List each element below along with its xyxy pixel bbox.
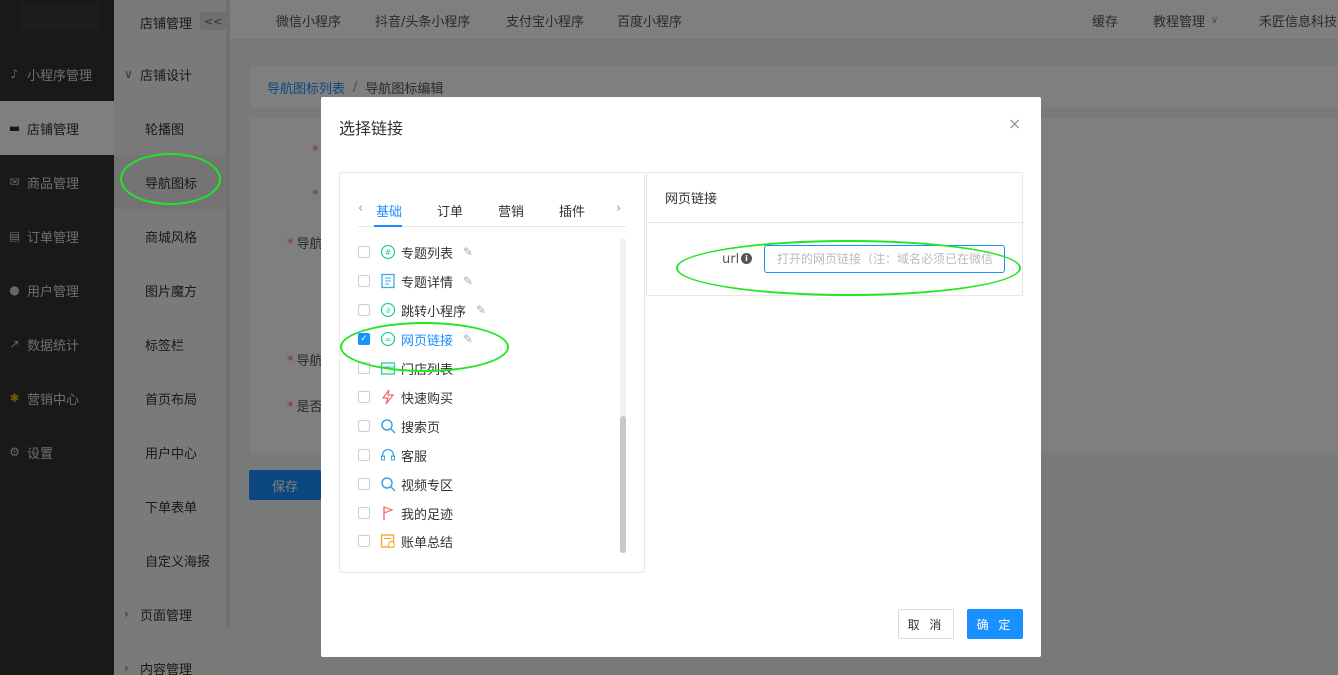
tab-order[interactable]: 订单 xyxy=(437,201,463,220)
close-icon[interactable]: × xyxy=(1008,114,1021,133)
topic-detail-icon xyxy=(380,273,396,289)
checkbox[interactable] xyxy=(358,362,370,374)
dialog-title: 选择链接 xyxy=(339,119,404,138)
list-item-label: 门店列表 xyxy=(401,362,454,378)
list-item-label: 网页链接 xyxy=(401,333,454,349)
video-search-icon xyxy=(380,476,396,492)
list-item[interactable]: 搜索页 xyxy=(358,414,598,438)
confirm-button[interactable]: 确 定 xyxy=(967,609,1023,639)
checkbox[interactable] xyxy=(358,449,370,461)
tab-plugin[interactable]: 插件 xyxy=(559,201,585,220)
checkbox[interactable] xyxy=(358,275,370,287)
list-item-label: 快速购买 xyxy=(401,391,454,407)
chevron-left-icon[interactable]: ‹ xyxy=(358,201,363,216)
list-item[interactable]: 门店列表 xyxy=(358,356,598,380)
checkbox[interactable] xyxy=(358,304,370,316)
checkbox[interactable] xyxy=(358,535,370,547)
lightning-icon xyxy=(380,389,396,405)
search-icon xyxy=(380,418,396,434)
list-item-label: 账单总结 xyxy=(401,535,454,551)
list-scrollbar-thumb[interactable] xyxy=(620,416,626,553)
topic-list-icon: # xyxy=(380,244,396,260)
flag-icon xyxy=(380,505,396,521)
svg-text:∞: ∞ xyxy=(385,335,392,344)
list-item[interactable]: 客服 xyxy=(358,443,598,467)
list-item-label: 专题列表 xyxy=(401,246,454,262)
info-icon[interactable]: i xyxy=(741,253,752,264)
chevron-right-icon[interactable]: › xyxy=(616,201,621,216)
url-input[interactable] xyxy=(764,245,1005,273)
list-item[interactable]: 快速购买 xyxy=(358,385,598,409)
tab-marketing[interactable]: 营销 xyxy=(498,201,524,220)
list-item[interactable]: # 专题列表 ✎ xyxy=(358,240,598,264)
list-item-label: 专题详情 xyxy=(401,275,454,291)
link-params-panel: 网页链接 url i xyxy=(646,172,1024,296)
cancel-button[interactable]: 取 消 xyxy=(898,609,954,639)
headset-icon xyxy=(380,447,396,463)
checkbox-checked[interactable]: ✓ xyxy=(358,333,370,345)
store-list-icon xyxy=(380,360,396,376)
list-item[interactable]: 视频专区 xyxy=(358,472,598,496)
edit-icon[interactable]: ✎ xyxy=(476,303,486,317)
link-list-panel: ‹ 基础 订单 营销 插件 › # 专题列表 ✎ 专题详情 ✎ ∂ 跳转小程序 … xyxy=(339,172,645,573)
list-item-label: 跳转小程序 xyxy=(401,304,467,320)
checkbox[interactable] xyxy=(358,507,370,519)
list-item[interactable]: 账单总结 xyxy=(358,529,598,553)
tab-active-indicator xyxy=(374,225,402,227)
checkbox[interactable] xyxy=(358,478,370,490)
list-item-label: 我的足迹 xyxy=(401,507,454,523)
list-item[interactable]: 我的足迹 xyxy=(358,501,598,525)
list-item-label: 搜索页 xyxy=(401,420,441,436)
svg-text:#: # xyxy=(385,248,392,257)
web-link-icon: ∞ xyxy=(380,331,396,347)
checkbox[interactable] xyxy=(358,420,370,432)
edit-icon[interactable]: ✎ xyxy=(463,332,473,346)
link-category-tabs: ‹ 基础 订单 营销 插件 › xyxy=(340,193,646,228)
svg-text:∂: ∂ xyxy=(386,306,390,315)
list-item-label: 客服 xyxy=(401,449,428,465)
list-item-label: 视频专区 xyxy=(401,478,454,494)
checkbox[interactable] xyxy=(358,246,370,258)
params-title: 网页链接 xyxy=(647,173,1024,223)
params-title-text: 网页链接 xyxy=(665,192,718,207)
edit-icon[interactable]: ✎ xyxy=(463,245,473,259)
list-item[interactable]: 专题详情 ✎ xyxy=(358,269,598,293)
miniprogram-jump-icon: ∂ xyxy=(380,302,396,318)
list-item-selected[interactable]: ✓ ∞ 网页链接 ✎ xyxy=(358,327,598,351)
link-list: # 专题列表 ✎ 专题详情 ✎ ∂ 跳转小程序 ✎ ✓ ∞ 网页链接 ✎ 门店列… xyxy=(358,239,628,559)
checkbox[interactable] xyxy=(358,391,370,403)
url-label: url xyxy=(722,252,740,267)
list-item[interactable]: ∂ 跳转小程序 ✎ xyxy=(358,298,598,322)
tab-basic[interactable]: 基础 xyxy=(376,201,402,220)
bill-icon xyxy=(380,533,396,549)
edit-icon[interactable]: ✎ xyxy=(463,274,473,288)
select-link-dialog: 选择链接 × ‹ 基础 订单 营销 插件 › # 专题列表 ✎ 专题详情 ✎ ∂… xyxy=(321,97,1041,657)
